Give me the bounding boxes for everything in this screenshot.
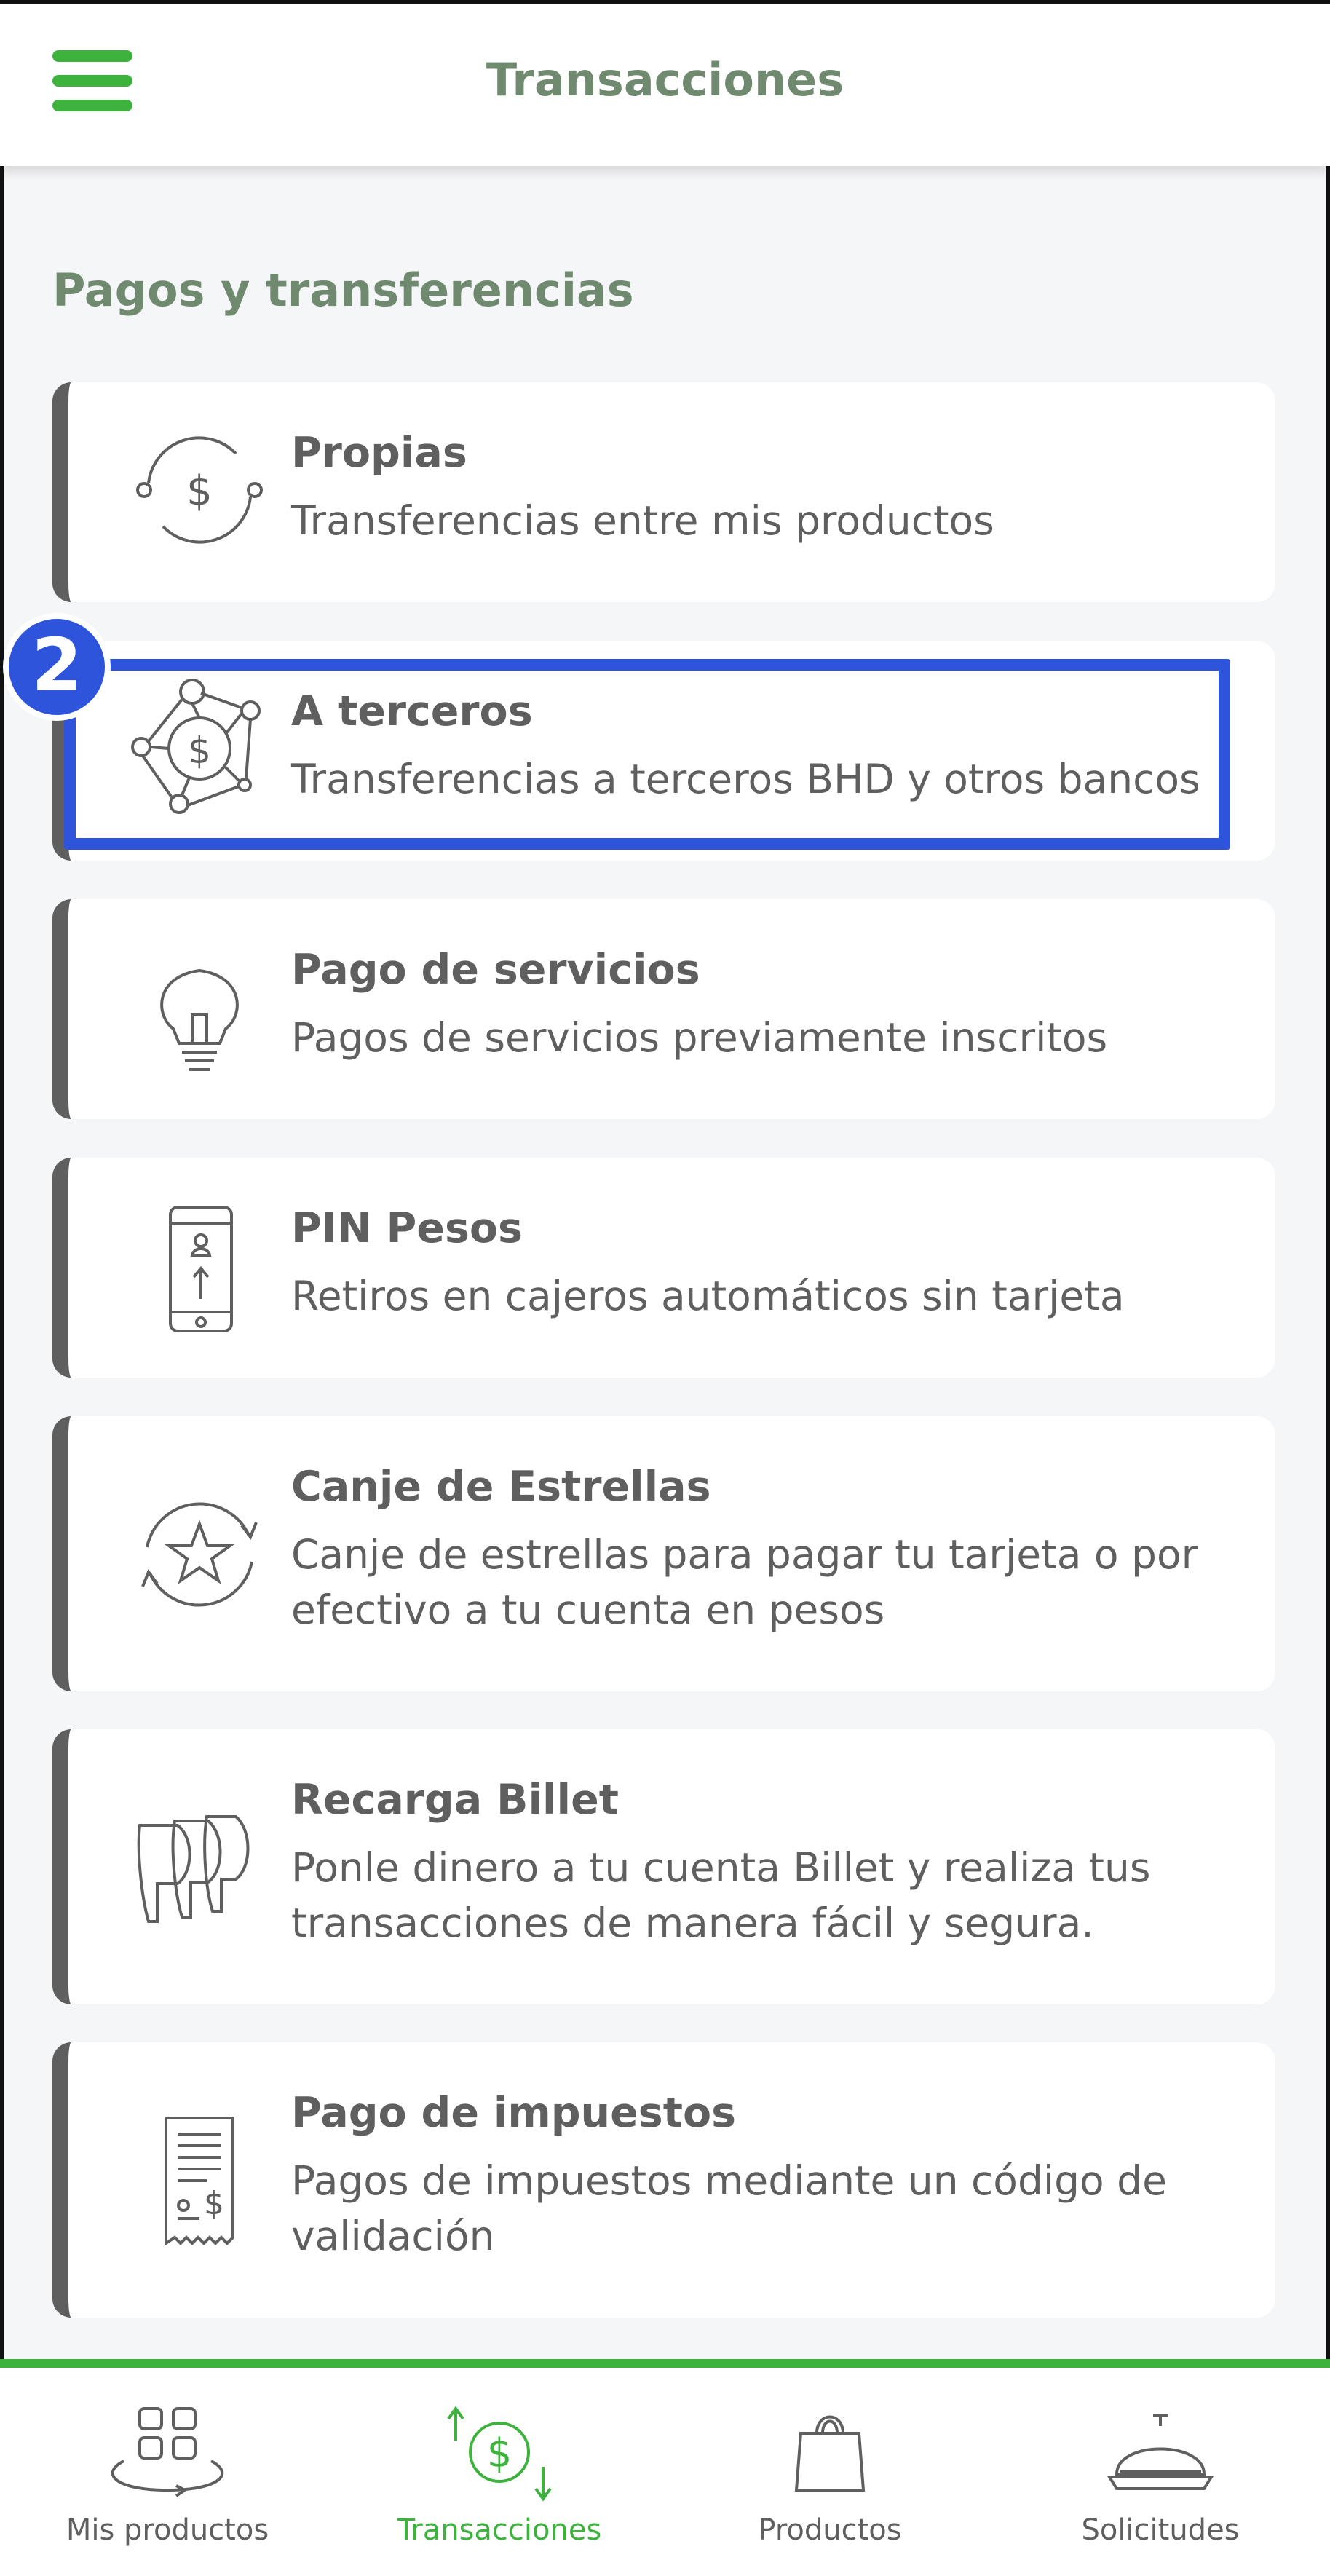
nav-mis-productos[interactable]: Mis productos <box>15 2404 320 2564</box>
card-propias[interactable]: $ Propias Transferencias entre mis produ… <box>52 382 1275 602</box>
card-recarga-billet[interactable]: Recarga Billet Ponle dinero a tu cuenta … <box>52 1729 1275 2004</box>
nav-transacciones[interactable]: $ Transacciones <box>347 2404 652 2564</box>
svg-text:$: $ <box>186 467 213 515</box>
lightbulb-icon <box>127 941 272 1087</box>
section-title: Pagos y transferencias <box>52 264 634 317</box>
top-bar: Transacciones <box>0 0 1330 166</box>
card-pago-de-servicios[interactable]: Pago de servicios Pagos de servicios pre… <box>52 899 1275 1119</box>
card-pin-pesos[interactable]: PIN Pesos Retiros en cajeros automáticos… <box>52 1158 1275 1378</box>
card-pago-de-impuestos[interactable]: $ Pago de impuestos Pagos de impuestos m… <box>52 2042 1275 2318</box>
nav-label: Solicitudes <box>1081 2513 1240 2547</box>
transactions-icon: $ <box>447 2406 552 2502</box>
card-title: Propias <box>291 429 467 477</box>
grid-products-icon <box>111 2407 224 2497</box>
card-description: Transferencias a terceros BHD y otros ba… <box>291 756 1200 802</box>
nav-label: Transacciones <box>397 2513 602 2547</box>
phone-withdraw-icon <box>127 1200 272 1346</box>
card-description: Canje de estrellas para pagar tu tarjeta… <box>291 1531 1198 1633</box>
card-description: Transferencias entre mis productos <box>291 497 994 544</box>
card-title: PIN Pesos <box>291 1204 523 1252</box>
money-transfer-icon: $ <box>127 417 272 563</box>
svg-text:$: $ <box>188 730 211 772</box>
star-exchange-icon <box>127 1482 272 1627</box>
receipt-icon: $ <box>127 2108 272 2253</box>
card-description: Pagos de servicios previamente inscritos <box>291 1014 1108 1061</box>
card-description: Retiros en cajeros automáticos sin tarje… <box>291 1273 1125 1319</box>
card-title: Recarga Billet <box>291 1776 619 1824</box>
shopping-bag-icon <box>794 2415 866 2492</box>
card-a-terceros[interactable]: $ A terceros Transferencias a terceros B… <box>52 641 1275 861</box>
service-bell-icon <box>1107 2414 1214 2490</box>
card-title: Pago de impuestos <box>291 2089 737 2137</box>
page-title: Transacciones <box>486 53 844 106</box>
card-canje-de-estrellas[interactable]: Canje de Estrellas Canje de estrellas pa… <box>52 1416 1275 1691</box>
bottom-navigation: Mis productos $ Transacciones Productos … <box>0 2359 1330 2576</box>
card-title: Pago de servicios <box>291 946 700 994</box>
card-title: A terceros <box>291 687 533 735</box>
svg-text:$: $ <box>487 2430 512 2476</box>
nav-label: Mis productos <box>66 2513 269 2547</box>
nav-productos[interactable]: Productos <box>677 2404 983 2564</box>
network-money-icon: $ <box>127 676 272 821</box>
nav-label: Productos <box>758 2513 902 2547</box>
annotation-step-badge: 2 <box>3 613 111 721</box>
card-description: Ponle dinero a tu cuenta Billet y realiz… <box>291 1844 1151 1946</box>
billet-icon <box>127 1793 272 1939</box>
nav-solicitudes[interactable]: Solicitudes <box>1008 2404 1313 2564</box>
card-title: Canje de Estrellas <box>291 1463 711 1511</box>
card-description: Pagos de impuestos mediante un código de… <box>291 2157 1167 2259</box>
svg-text:$: $ <box>204 2185 224 2222</box>
